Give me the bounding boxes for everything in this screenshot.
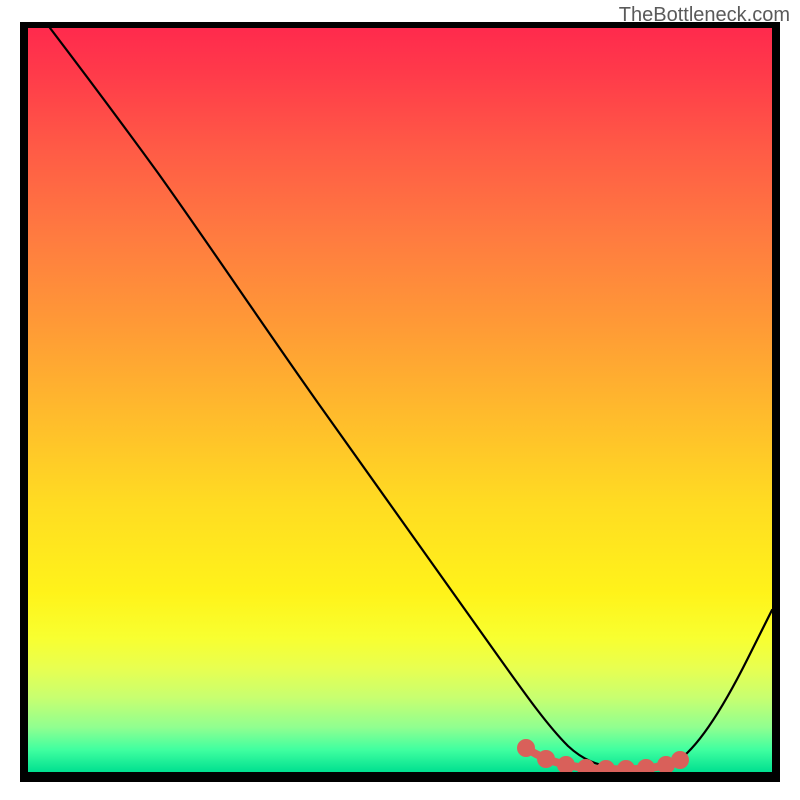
bottleneck-curve [50, 28, 772, 769]
highlight-flat-minimum [521, 743, 685, 772]
plot-area [28, 28, 772, 772]
chart-container: TheBottleneck.com [0, 0, 800, 800]
watermark-text: TheBottleneck.com [619, 4, 790, 27]
curve-svg [28, 28, 772, 772]
